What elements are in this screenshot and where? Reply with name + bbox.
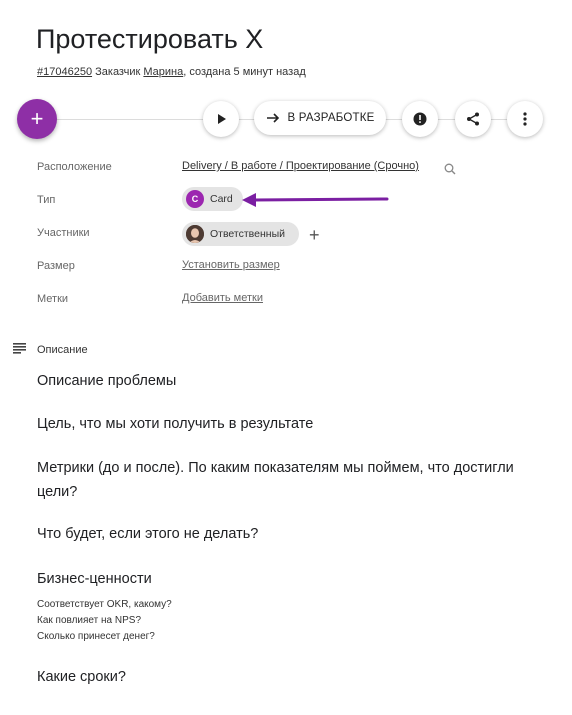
- location-label: Расположение: [37, 161, 112, 173]
- assignee-chip-label: Ответственный: [210, 228, 285, 240]
- description-question-money: Сколько принесет денег?: [37, 631, 155, 642]
- customer-link[interactable]: Марина: [143, 66, 183, 78]
- play-icon: [218, 114, 226, 124]
- description-heading-business: Бизнес-ценности: [37, 571, 152, 587]
- status-button-label: В РАЗРАБОТКЕ: [287, 112, 375, 124]
- assignee-chip[interactable]: Ответственный: [182, 222, 299, 246]
- add-member-icon[interactable]: +: [309, 225, 320, 246]
- add-tags-link[interactable]: Добавить метки: [182, 292, 263, 304]
- description-label: Описание: [37, 344, 88, 356]
- description-heading-deadline: Какие сроки?: [37, 669, 126, 685]
- customer-prefix: Заказчик: [95, 66, 141, 78]
- description-question-okr: Соответствует OKR, какому?: [37, 599, 172, 610]
- set-size-link[interactable]: Установить размер: [182, 259, 280, 271]
- description-heading-goal: Цель, что мы хоти получить в результате: [37, 416, 314, 432]
- more-vertical-icon: [523, 112, 527, 126]
- description-question-nps: Как повлияет на NPS?: [37, 615, 142, 626]
- avatar: [186, 225, 204, 243]
- play-button[interactable]: [203, 101, 239, 137]
- type-chip-label: Card: [210, 193, 233, 205]
- search-icon[interactable]: [444, 163, 456, 175]
- plus-icon: +: [30, 106, 44, 131]
- members-label: Участники: [37, 227, 90, 239]
- type-label: Тип: [37, 194, 56, 206]
- arrow-right-icon: [266, 112, 280, 124]
- description-heading-problem: Описание проблемы: [37, 373, 177, 389]
- alert-icon: [413, 112, 427, 126]
- text-lines-icon: [13, 343, 26, 354]
- share-icon: [467, 112, 479, 126]
- page-title: Протестировать X: [36, 24, 264, 54]
- share-button[interactable]: [455, 101, 491, 137]
- size-label: Размер: [37, 260, 75, 272]
- description-heading-metrics: Метрики (до и после). По каким показател…: [37, 460, 514, 500]
- task-meta: #17046250 Заказчик Марина, создана 5 мин…: [37, 66, 306, 78]
- created-text: , создана 5 минут назад: [183, 66, 306, 78]
- add-button[interactable]: +: [17, 99, 57, 139]
- task-id-link[interactable]: #17046250: [37, 66, 92, 78]
- location-link[interactable]: Delivery / В работе / Проектирование (Ср…: [182, 160, 419, 172]
- more-button[interactable]: [507, 101, 543, 137]
- status-button[interactable]: В РАЗРАБОТКЕ: [254, 101, 386, 135]
- type-chip[interactable]: C Card: [182, 187, 243, 211]
- alert-button[interactable]: [402, 101, 438, 137]
- annotation-arrow: [242, 193, 389, 207]
- type-badge: C: [186, 190, 204, 208]
- tags-label: Метки: [37, 293, 69, 305]
- description-heading-risk: Что будет, если этого не делать?: [37, 526, 259, 542]
